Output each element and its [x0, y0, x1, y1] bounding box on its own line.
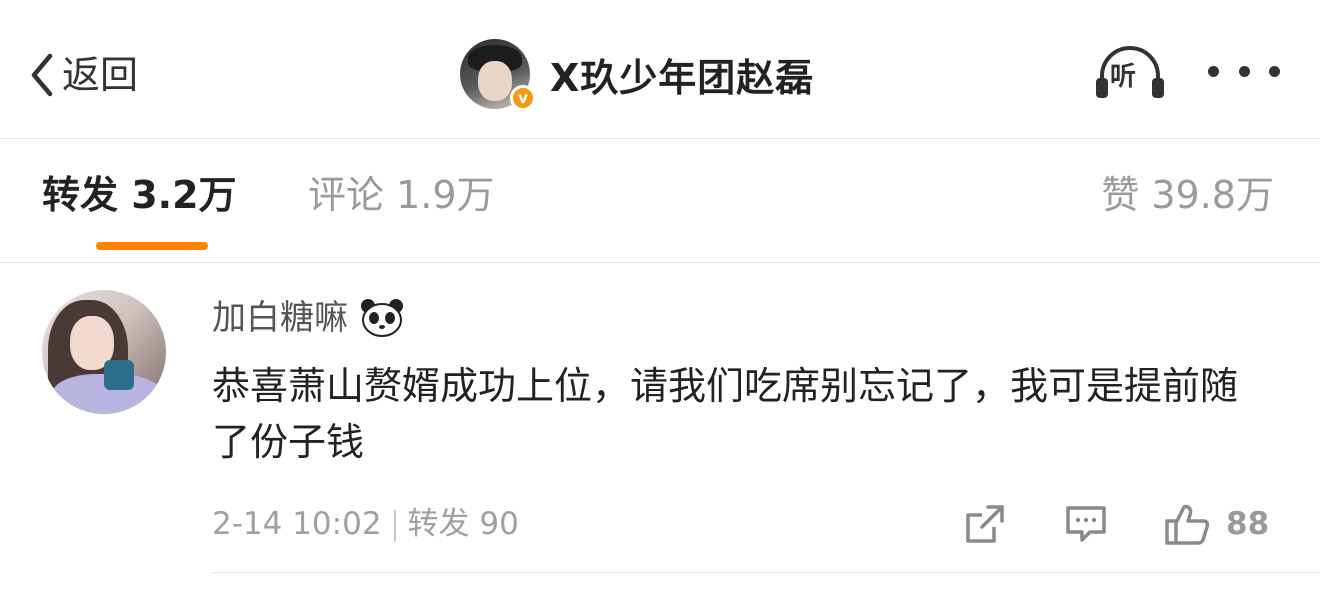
comment-avatar[interactable]: [42, 290, 166, 414]
panda-icon: [361, 299, 403, 337]
tab-comment[interactable]: 评论 1.9万: [308, 170, 495, 220]
header-divider: [0, 138, 1320, 139]
share-button[interactable]: [964, 500, 1006, 548]
profile-header[interactable]: v X玖少年团赵磊: [460, 38, 815, 111]
chevron-left-icon: [31, 53, 53, 97]
tab-like[interactable]: 赞 39.8万: [1101, 170, 1274, 220]
comment-username-row: 加白糖嘛: [212, 292, 404, 344]
back-button[interactable]: 返回: [30, 40, 200, 110]
comment-meta: 2-14 10:02 转发 90: [212, 500, 519, 548]
avatar[interactable]: v: [460, 39, 536, 111]
comment-username[interactable]: 加白糖嘛: [212, 292, 348, 344]
like-button[interactable]: 88: [1164, 500, 1269, 548]
comment-button[interactable]: [1064, 500, 1108, 548]
comment-time: 2-14 10:02: [212, 506, 382, 542]
active-tab-indicator: [96, 242, 208, 250]
more-dots-icon: [1208, 65, 1219, 77]
comment-text: 恭喜萧山赘婿成功上位，请我们吃席别忘记了，我可是提前随了份子钱: [212, 364, 1239, 464]
verified-badge: v: [510, 85, 536, 111]
comment-repost-count[interactable]: 转发 90: [408, 506, 519, 542]
share-icon: [966, 505, 1004, 543]
more-button[interactable]: [1208, 54, 1280, 88]
comment-divider: [212, 572, 1320, 573]
like-count: 88: [1226, 506, 1270, 542]
meta-separator: [393, 509, 396, 542]
listen-label: 听: [1110, 62, 1137, 92]
comment-icon: [1066, 506, 1106, 542]
page-title: X玖少年团赵磊: [550, 55, 815, 100]
listen-button[interactable]: 听: [1092, 42, 1168, 102]
back-label: 返回: [62, 53, 139, 97]
tabs-divider: [0, 262, 1320, 263]
thumbs-up-icon: [1165, 504, 1210, 545]
tab-repost[interactable]: 转发 3.2万: [42, 170, 237, 220]
